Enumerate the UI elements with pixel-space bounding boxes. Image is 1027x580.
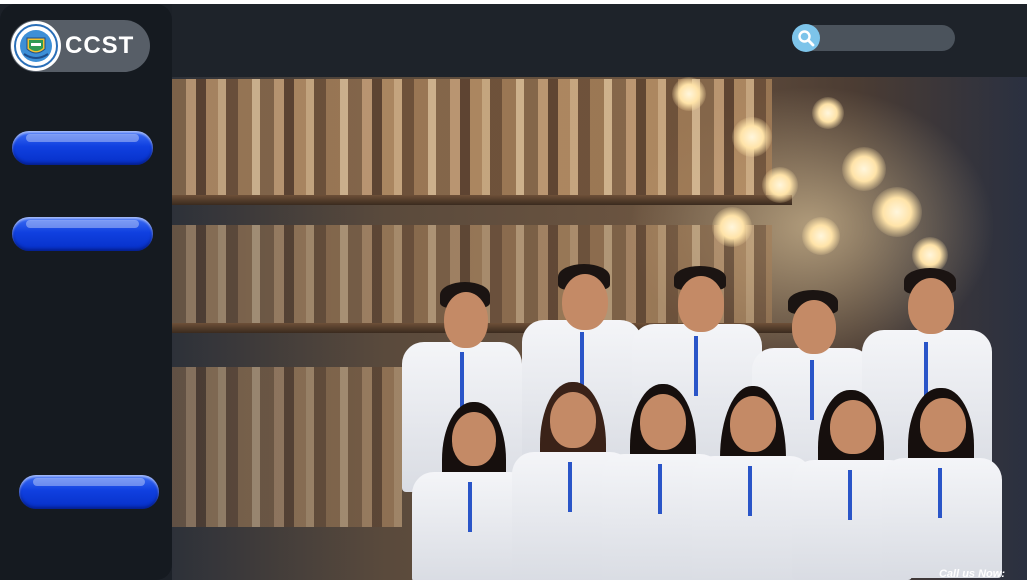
lamp bbox=[802, 217, 840, 255]
lamp bbox=[672, 77, 706, 111]
lamp bbox=[732, 117, 772, 157]
student bbox=[882, 388, 1002, 578]
sidebar: CCST bbox=[0, 4, 172, 580]
top-header bbox=[172, 4, 1027, 77]
students-group-photo bbox=[382, 262, 1002, 580]
call-us-text: Call us Now: bbox=[938, 568, 1005, 580]
search-icon[interactable] bbox=[792, 24, 820, 52]
sidebar-button-2[interactable] bbox=[12, 217, 153, 251]
lamp bbox=[812, 97, 844, 129]
brand-name: CCST bbox=[65, 32, 135, 59]
lamp bbox=[712, 207, 752, 247]
lamp bbox=[762, 167, 798, 203]
brand-pill[interactable]: CCST bbox=[10, 20, 150, 72]
search-bar[interactable] bbox=[792, 24, 955, 52]
school-seal-icon bbox=[11, 21, 61, 71]
sidebar-button-3[interactable] bbox=[19, 475, 159, 509]
hero-image: Call us Now: bbox=[172, 77, 1027, 580]
bookshelf-row bbox=[172, 367, 402, 527]
lamp bbox=[872, 187, 922, 237]
search-input[interactable] bbox=[824, 28, 950, 50]
lamp bbox=[842, 147, 886, 191]
shelf bbox=[172, 195, 792, 205]
sidebar-button-1[interactable] bbox=[12, 131, 153, 165]
